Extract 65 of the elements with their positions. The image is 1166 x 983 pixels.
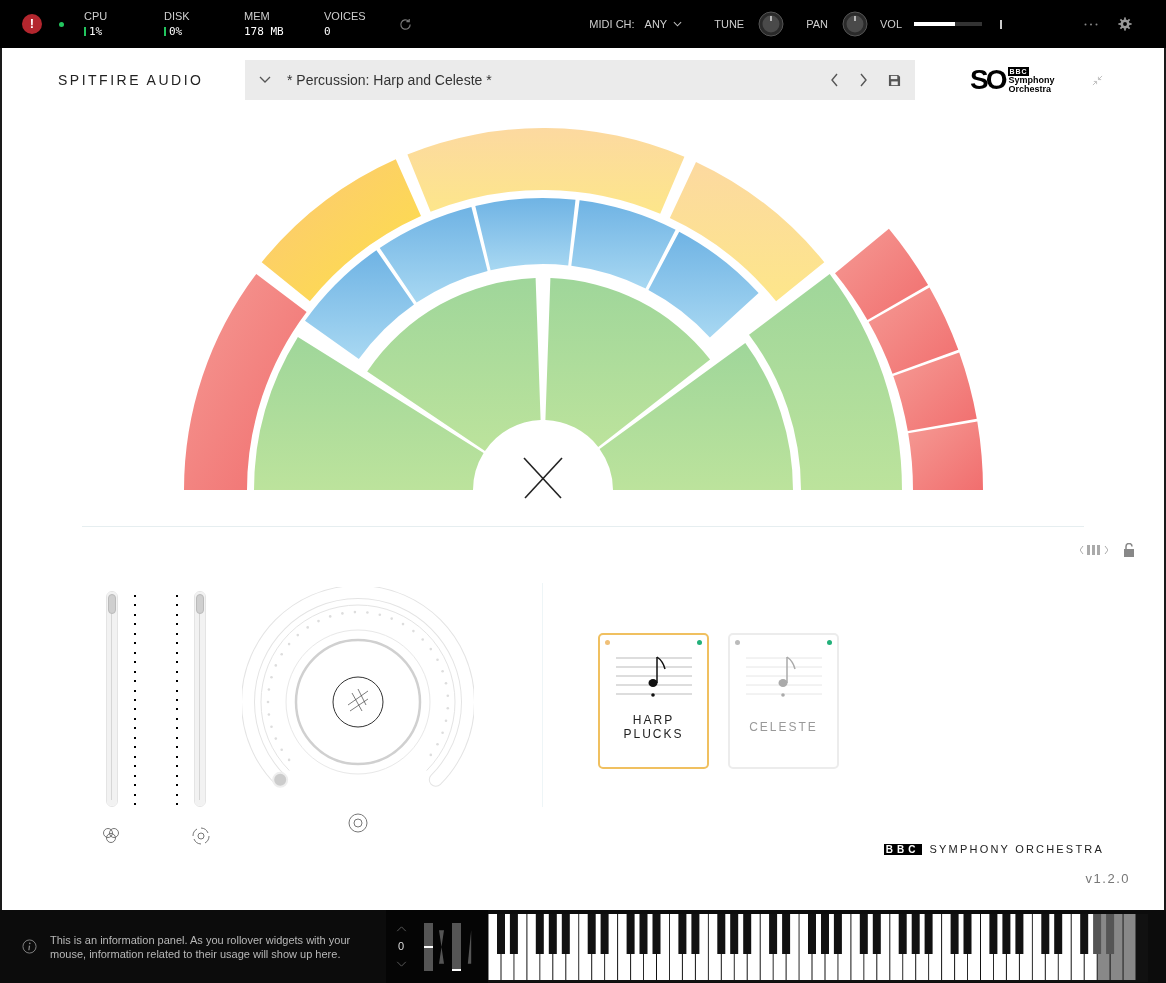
save-icon[interactable] xyxy=(888,73,901,87)
octave-up-icon[interactable] xyxy=(395,926,407,933)
alert-button[interactable]: ! xyxy=(22,14,42,34)
midi-channel-dropdown[interactable]: ANY xyxy=(644,15,683,33)
circles-icon xyxy=(102,827,120,845)
version-label: v1.2.0 xyxy=(1085,870,1130,888)
seating-section[interactable] xyxy=(475,198,576,271)
octave-value: 0 xyxy=(397,939,405,955)
music-note-icon xyxy=(745,655,822,699)
aperture-icon xyxy=(192,827,210,845)
logo-mark: SO xyxy=(970,66,1005,94)
chevron-down-icon xyxy=(673,21,683,27)
bbc-logo: BBC xyxy=(883,843,922,855)
stat-label: DISK xyxy=(164,9,191,24)
logo-text: Orchestra xyxy=(1008,84,1052,94)
info-text: This is an information panel. As you rollover widgets with your mouse, information related to their usage will show up here. xyxy=(50,932,352,961)
wheel-slider[interactable] xyxy=(452,922,461,971)
seating-section[interactable] xyxy=(893,352,977,431)
keyboard-range-icon[interactable] xyxy=(1080,544,1108,556)
seating-section[interactable] xyxy=(868,287,959,374)
orchestra-wordmark: SYMPHONY ORCHESTRA xyxy=(929,842,1104,857)
stat-label: CPU xyxy=(84,9,109,24)
stat-value: 0 xyxy=(324,24,331,39)
logo-text: Symphony xyxy=(1008,75,1055,85)
next-icon[interactable] xyxy=(859,73,868,87)
knob[interactable] xyxy=(758,11,785,37)
vertical-slider[interactable] xyxy=(194,591,206,807)
prev-icon[interactable] xyxy=(830,73,839,87)
seating-section[interactable] xyxy=(599,343,793,490)
settings-icon[interactable] xyxy=(1118,17,1132,31)
stat-value: 0% xyxy=(169,24,183,39)
drumsticks-icon xyxy=(523,457,563,499)
seating-section[interactable] xyxy=(305,250,414,360)
stat-value: 1% xyxy=(89,24,103,39)
refresh-icon[interactable] xyxy=(399,17,412,31)
octave-down-icon[interactable] xyxy=(395,960,407,967)
wheel-indicator-icon xyxy=(439,927,444,966)
wheel-slider[interactable] xyxy=(424,922,433,971)
stat-label: MEM xyxy=(244,9,271,24)
knob-label: PAN xyxy=(806,16,828,32)
vertical-slider[interactable] xyxy=(106,591,118,807)
collapse-icon[interactable] xyxy=(1092,74,1104,86)
seating-section[interactable] xyxy=(835,228,929,320)
articulation-label: CELESTE xyxy=(748,719,819,736)
music-note-icon xyxy=(615,655,692,699)
stat-label: VOICES xyxy=(324,9,367,24)
brand-wordmark: SPITFIRE AUDIO xyxy=(57,70,205,90)
seating-section[interactable] xyxy=(379,206,488,303)
chevron-down-icon[interactable] xyxy=(259,76,271,84)
articulation-label: HARP PLUCKS xyxy=(622,712,685,743)
volume-slider[interactable] xyxy=(914,22,982,26)
seating-section[interactable] xyxy=(648,231,759,338)
target-icon xyxy=(348,813,368,833)
knob[interactable] xyxy=(842,11,868,37)
volume-label: VOL xyxy=(880,16,902,32)
seating-section[interactable] xyxy=(571,200,676,289)
more-icon[interactable] xyxy=(1084,22,1098,26)
stat-value: 178 MB xyxy=(244,24,284,39)
articulation-card[interactable]: HARP PLUCKS xyxy=(598,633,709,769)
midi-channel-label: MIDI CH: xyxy=(589,16,635,32)
preset-name[interactable]: * Percussion: Harp and Celeste * xyxy=(287,69,830,91)
lock-icon[interactable] xyxy=(1124,543,1134,557)
info-icon xyxy=(22,939,37,954)
knob-label: TUNE xyxy=(714,16,745,32)
seating-section[interactable] xyxy=(908,421,983,490)
